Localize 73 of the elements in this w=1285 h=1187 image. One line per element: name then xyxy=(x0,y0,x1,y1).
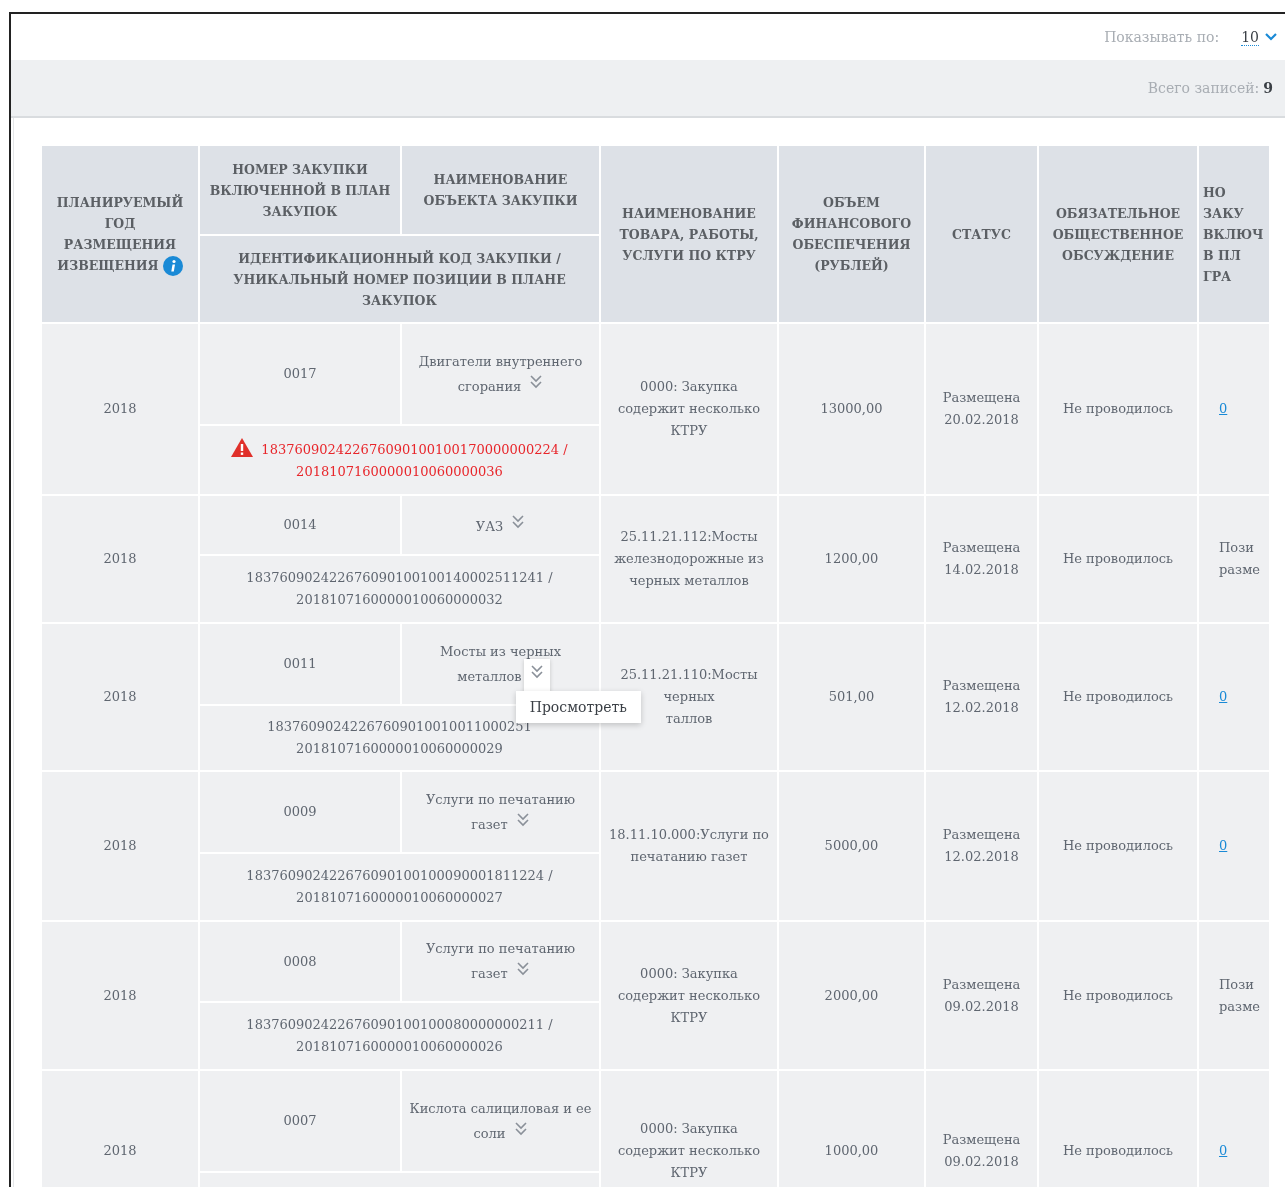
column-header: НАИМЕНОВАНИЕ ОБЪЕКТА ЗАКУПКИ xyxy=(401,145,600,235)
table-cell: 0007 xyxy=(199,1070,401,1172)
table-cell: 183760902422676090100100140002511241 / 2018107160000010060000032 xyxy=(199,555,600,623)
page-size-label: Показывать по: xyxy=(1104,29,1220,45)
table-cell: Пози разме xyxy=(1198,921,1269,1070)
table-cell: Услуги по печатанию газет xyxy=(401,921,600,1002)
table-cell: Не проводилось xyxy=(1038,921,1198,1070)
table-cell: Размещена 12.02.2018 xyxy=(925,771,1038,921)
table-cell: Пози разме xyxy=(1198,495,1269,623)
table-cell: УАЗ xyxy=(401,495,600,555)
table-cell: Кислота салициловая и ее соли xyxy=(401,1070,600,1172)
position-link[interactable]: 0 xyxy=(1219,838,1228,853)
table-cell: 0017 xyxy=(199,323,401,425)
warning-icon xyxy=(231,437,254,457)
table-cell: 13000,00 xyxy=(778,323,925,495)
table-cell: 2018 xyxy=(41,921,199,1070)
column-header: СТАТУС xyxy=(925,145,1038,323)
table-cell: Не проводилось xyxy=(1038,771,1198,921)
position-link[interactable]: 0 xyxy=(1219,689,1228,704)
table-cell: 501,00 xyxy=(778,623,925,771)
double-chevron-icon[interactable] xyxy=(529,372,544,389)
double-chevron-icon[interactable] xyxy=(529,662,544,679)
table-cell: Услуги по печатанию газет xyxy=(401,771,600,853)
view-menu-item[interactable]: Просмотреть xyxy=(515,690,641,723)
table-cell: 2018 xyxy=(41,623,199,771)
column-header: НОМЕР ЗАКУПКИ ВКЛЮЧЕННОЙ В ПЛАН ЗАКУПОК xyxy=(199,145,401,235)
table-cell: Не проводилось xyxy=(1038,323,1198,495)
table-cell: Двигатели внутреннего сгорания xyxy=(401,323,600,425)
table-cell: 183760902422676090100100090001811224 / 2018107160000010060000027 xyxy=(199,853,600,921)
double-chevron-icon[interactable] xyxy=(515,960,530,976)
table-cell: Не проводилось xyxy=(1038,1070,1198,1187)
table-cell: 5000,00 xyxy=(778,771,925,921)
table-cell: 1200,00 xyxy=(778,495,925,623)
table-cell: Не проводилось xyxy=(1038,623,1198,771)
table-cell: Размещена 20.02.2018 xyxy=(925,323,1038,495)
column-header: ОБЯЗАТЕЛЬНОЕ ОБЩЕСТВЕННОЕ ОБСУЖДЕНИЕ xyxy=(1038,145,1198,323)
table-cell: 18.11.10.000:Услуги по печатанию газет xyxy=(600,771,778,921)
table-cell: Размещена 09.02.2018 xyxy=(925,921,1038,1070)
double-chevron-icon[interactable] xyxy=(513,1119,528,1136)
table-cell: Размещена 09.02.2018 xyxy=(925,1070,1038,1187)
position-link[interactable]: 0 xyxy=(1219,401,1228,416)
table-cell: 183760902422676090100100170000000224 / 2018107160000010060000036 xyxy=(199,425,600,495)
column-header: НО ЗАКУ ВКЛЮЧ В ПЛ ГРА xyxy=(1198,145,1269,323)
table-cell: 0000: Закупка содержит несколько КТРУ xyxy=(600,921,778,1070)
table-cell: 0000: Закупка содержит несколько КТРУ xyxy=(600,323,778,495)
double-chevron-icon[interactable] xyxy=(511,512,526,529)
column-header: ПЛАНИРУЕМЫЙ ГОД РАЗМЕЩЕНИЯ ИЗВЕЩЕНИЯ xyxy=(41,145,199,323)
table-cell: 0000: Закупка содержит несколько КТРУ xyxy=(600,1070,778,1187)
column-header: ОБЪЕМ ФИНАНСОВОГО ОБЕСПЕЧЕНИЯ (РУБЛЕЙ) xyxy=(778,145,925,323)
page-size-dropdown[interactable]: 10 xyxy=(1241,28,1277,46)
table-cell: 0014 xyxy=(199,495,401,555)
table-cell: 2018 xyxy=(41,771,199,921)
column-header: НАИМЕНОВАНИЕ ТОВАРА, РАБОТЫ, УСЛУГИ ПО КТРУ xyxy=(600,145,778,323)
double-chevron-icon[interactable] xyxy=(515,810,530,827)
table-cell: 0011 xyxy=(199,623,401,705)
info-icon[interactable] xyxy=(162,256,183,277)
table-cell: 0008 xyxy=(199,921,401,1002)
table-cell: 2000,00 xyxy=(778,921,925,1070)
table-cell: 2018 xyxy=(41,323,199,495)
table-cell: 183760902422676090100100080000000211 / 2018107160000010060000026 xyxy=(199,1002,600,1070)
table-cell: 2018 xyxy=(41,1070,199,1187)
table-cell: Не проводилось xyxy=(1038,495,1198,623)
table-cell: 0009 xyxy=(199,771,401,853)
table-cell: Размещена 12.02.2018 xyxy=(925,623,1038,771)
position-link[interactable]: 0 xyxy=(1219,1143,1228,1158)
total-count: 9 xyxy=(1263,80,1273,96)
chevron-down-icon[interactable] xyxy=(1265,33,1277,41)
total-label: Всего записей: xyxy=(1147,80,1260,96)
table-cell: 2018 xyxy=(41,495,199,623)
table-cell: 1000,00 xyxy=(778,1070,925,1187)
table-cell: 25.11.21.112:Мосты железнодорожные из черных металлов xyxy=(600,495,778,623)
column-header: ИДЕНТИФИКАЦИОННЫЙ КОД ЗАКУПКИ / УНИКАЛЬНЫЙ НОМЕР ПОЗИЦИИ В ПЛАНЕ ЗАКУПОК xyxy=(199,235,600,323)
table-cell: Размещена 14.02.2018 xyxy=(925,495,1038,623)
